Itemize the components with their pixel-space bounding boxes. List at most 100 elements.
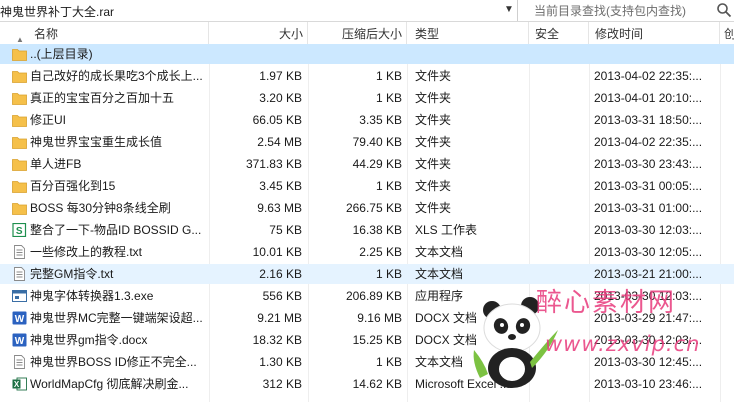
- word-icon: W: [12, 333, 27, 347]
- file-compressed-size: 14.62 KB: [352, 377, 402, 391]
- search-input[interactable]: [528, 2, 704, 19]
- text-file-icon: [12, 245, 27, 259]
- file-size: 312 KB: [262, 377, 302, 391]
- file-name: WorldMapCfg 彻底解决刷金...: [30, 377, 189, 391]
- file-row[interactable]: 完整GM指令.txt 2.16 KB 1 KB 文本文档 2013-03-21 21:0…: [0, 264, 734, 284]
- file-name: 真正的宝宝百分之百加十五: [30, 91, 175, 105]
- search-icon[interactable]: [716, 2, 732, 18]
- file-modified-time: 2013-03-30 12:05:...: [594, 245, 703, 259]
- file-name: ..(上层目录): [30, 47, 93, 61]
- file-size: 9.63 MB: [257, 201, 302, 215]
- column-header-modified[interactable]: 修改时间: [589, 22, 720, 46]
- svg-text:W: W: [15, 336, 25, 347]
- file-compressed-size: 1 KB: [375, 69, 402, 83]
- file-modified-time: 2013-03-10 23:46:...: [594, 377, 703, 391]
- file-compressed-size: 3.35 KB: [359, 113, 402, 127]
- file-modified-time: 2013-04-02 22:35:...: [594, 135, 703, 149]
- file-size: 9.21 MB: [257, 311, 302, 325]
- file-name: 神鬼世界宝宝重生成长值: [30, 135, 163, 149]
- file-compressed-size: 1 KB: [375, 267, 402, 281]
- file-name: BOSS 每30分钟8条线全刷: [30, 201, 171, 215]
- file-type: 文本文档: [415, 355, 464, 369]
- column-header-name[interactable]: ▲ 名称: [0, 22, 209, 46]
- word-icon: W: [12, 311, 27, 325]
- file-size: 3.45 KB: [259, 179, 302, 193]
- file-row[interactable]: 单人进FB 371.83 KB 44.29 KB 文件夹 2013-03-30 23:4…: [0, 154, 734, 174]
- folder-icon: [12, 201, 27, 215]
- file-row[interactable]: X WorldMapCfg 彻底解决刷金... 312 KB 14.62 KB Micr…: [0, 374, 734, 394]
- folder-icon: [12, 47, 27, 61]
- file-row[interactable]: 自己改好的成长果吃3个成长上... 1.97 KB 1 KB 文件夹 2013-04-0…: [0, 66, 734, 86]
- column-header-size[interactable]: 大小: [209, 22, 308, 46]
- file-compressed-size: 16.38 KB: [352, 223, 402, 237]
- file-type: 文件夹: [415, 135, 452, 149]
- file-name: 自己改好的成长果吃3个成长上...: [30, 69, 203, 83]
- file-type: DOCX 文档: [415, 333, 478, 347]
- file-size: 1.30 KB: [259, 355, 302, 369]
- folder-icon: [12, 69, 27, 83]
- file-name: 单人进FB: [30, 157, 82, 171]
- file-modified-time: 2013-03-31 00:05:...: [594, 179, 703, 193]
- file-row[interactable]: 百分百强化到15 3.45 KB 1 KB 文件夹 2013-03-31 00:05:.…: [0, 176, 734, 196]
- column-header-created[interactable]: 创: [720, 22, 734, 46]
- excel-icon: X: [12, 377, 27, 391]
- file-size: 1.97 KB: [259, 69, 302, 83]
- file-type: 文件夹: [415, 113, 452, 127]
- file-row[interactable]: BOSS 每30分钟8条线全刷 9.63 MB 266.75 KB 文件夹 2013-0…: [0, 198, 734, 218]
- file-name: 百分百强化到15: [30, 179, 116, 193]
- file-type: 文件夹: [415, 91, 452, 105]
- file-name: 神鬼世界MC完整一键端架设超...: [30, 311, 203, 325]
- file-row[interactable]: S 整合了一下-物品ID BOSSID G... 75 KB 16.38 KB XLS …: [0, 220, 734, 240]
- file-row[interactable]: ..(上层目录): [0, 44, 734, 64]
- file-compressed-size: 266.75 KB: [345, 201, 402, 215]
- file-size: 371.83 KB: [245, 157, 302, 171]
- svg-text:S: S: [16, 226, 23, 237]
- file-name: 完整GM指令.txt: [30, 267, 114, 281]
- column-header: ▲ 名称 大小 压缩后大小 类型 安全 修改时间 创: [0, 22, 734, 46]
- file-modified-time: 2013-04-02 22:35:...: [594, 69, 703, 83]
- path-text: 神鬼世界补丁大全.rar: [0, 5, 115, 19]
- file-modified-time: 2013-03-30 23:43:...: [594, 157, 703, 171]
- file-row[interactable]: 修正UI 66.05 KB 3.35 KB 文件夹 2013-03-31 18:50:.…: [0, 110, 734, 130]
- folder-icon: [12, 91, 27, 105]
- file-size: 3.20 KB: [259, 91, 302, 105]
- file-compressed-size: 1 KB: [375, 179, 402, 193]
- file-name: 神鬼世界gm指令.docx: [30, 333, 148, 347]
- file-size: 18.32 KB: [252, 333, 302, 347]
- file-type: 应用程序: [415, 289, 464, 303]
- file-type: 文件夹: [415, 179, 452, 193]
- folder-icon: [12, 157, 27, 171]
- watermark-title: 醉心素材网: [536, 288, 677, 318]
- file-type: 文本文档: [415, 245, 464, 259]
- column-header-compressed[interactable]: 压缩后大小: [308, 22, 407, 46]
- file-compressed-size: 1 KB: [375, 355, 402, 369]
- file-compressed-size: 44.29 KB: [352, 157, 402, 171]
- file-type: 文件夹: [415, 201, 452, 215]
- file-type: Microsoft Excel ...: [415, 377, 510, 391]
- file-name: 修正UI: [30, 113, 67, 127]
- file-type: 文本文档: [415, 267, 464, 281]
- chevron-down-icon[interactable]: ▼: [502, 3, 516, 17]
- path-bar[interactable]: 神鬼世界补丁大全.rar: [0, 0, 518, 21]
- file-name: 神鬼世界BOSS ID修正不完全...: [30, 355, 197, 369]
- file-name: 整合了一下-物品ID BOSSID G...: [30, 223, 202, 237]
- column-header-type[interactable]: 类型: [407, 22, 529, 46]
- file-row[interactable]: 一些修改上的教程.txt 10.01 KB 2.25 KB 文本文档 2013-03-3…: [0, 242, 734, 262]
- file-modified-time: 2013-03-31 18:50:...: [594, 113, 703, 127]
- file-size: 10.01 KB: [252, 245, 302, 259]
- folder-icon: [12, 113, 27, 127]
- file-compressed-size: 2.25 KB: [359, 245, 402, 259]
- file-modified-time: [594, 44, 734, 64]
- file-type: 文件夹: [415, 157, 452, 171]
- file-size: 75 KB: [269, 223, 302, 237]
- file-row[interactable]: 神鬼世界宝宝重生成长值 2.54 MB 79.40 KB 文件夹 2013-04-02 …: [0, 132, 734, 152]
- file-modified-time: 2013-03-31 01:00:...: [594, 201, 703, 215]
- file-size: 556 KB: [262, 289, 302, 303]
- text-file-icon: [12, 355, 27, 369]
- column-header-security[interactable]: 安全: [529, 22, 589, 46]
- file-row[interactable]: 真正的宝宝百分之百加十五 3.20 KB 1 KB 文件夹 2013-04-01 20:…: [0, 88, 734, 108]
- file-name: 一些修改上的教程.txt: [30, 245, 143, 259]
- file-size: 66.05 KB: [252, 113, 302, 127]
- search-box: [528, 0, 734, 21]
- file-size: 2.16 KB: [259, 267, 302, 281]
